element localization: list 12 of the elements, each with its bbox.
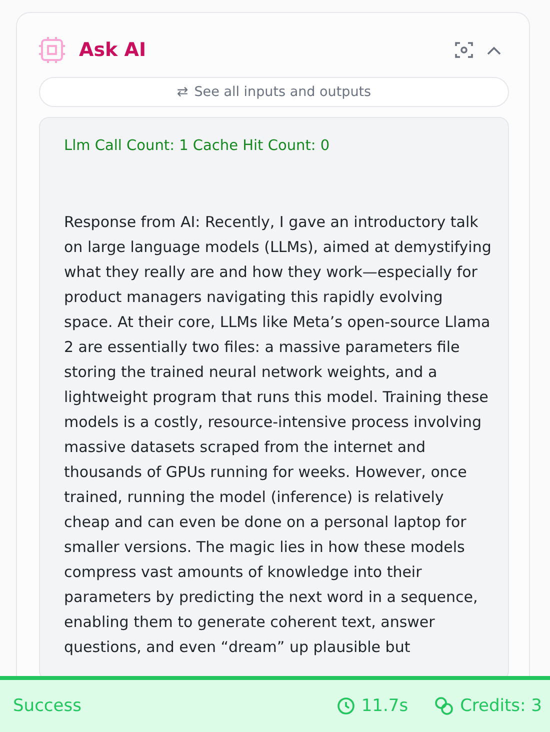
focus-icon[interactable] <box>455 41 473 59</box>
coins-icon <box>434 696 454 716</box>
ai-response: Response from AI: Recently, I gave an introductory talk on large language models (LLMs), aimed at demystifying what they really are and how they work—especially for product managers navigating this rapidly evolving space. At their core, LLMs like Meta’s open-source Llama 2 are essentially two files: a massive parameters file storing the trained neural network weights, and a lightweight program that runs this model. Training these models is a costly, resource-intensive process involving massive datasets scraped from the internet and thousands of GPUs running for weeks. However, once trained, running the model (inference) is relatively cheap and can even be done on a personal laptop for smaller versions. The magic lies in how these models compress vast amounts of knowledge into their parameters by predicting the next word in a sequence, enabling them to generate coherent text, answer questions, and even “dream” up plausible but <box>64 212 492 658</box>
inputs-outputs-button[interactable]: ⇄ See all inputs and outputs <box>39 77 509 107</box>
duration-text: 11.7s <box>361 696 408 716</box>
status-text: Success <box>13 696 82 716</box>
credits-text: Credits: 3 <box>460 696 542 716</box>
clock-icon <box>337 697 356 715</box>
call-counts: Llm Call Count: 1 Cache Hit Count: 0 <box>64 138 331 154</box>
collapse-icon[interactable] <box>487 46 501 54</box>
chip-icon <box>39 36 65 64</box>
node-title: Ask AI <box>79 39 148 61</box>
